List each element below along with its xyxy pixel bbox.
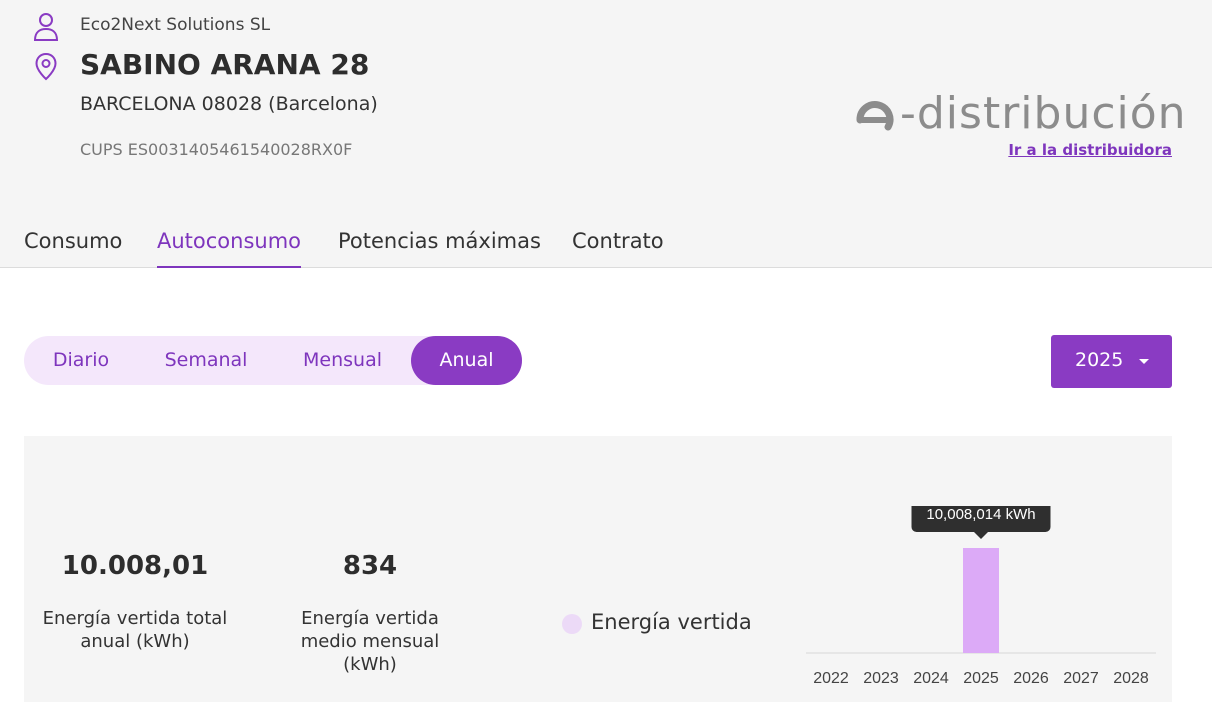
x-tick-2026: 2026 bbox=[1013, 670, 1049, 687]
year-dropdown-value: 2025 bbox=[1075, 349, 1124, 371]
annual-chart: 2022 2023 2024 2025 2026 2027 2028 10,008,014 k… bbox=[806, 506, 1156, 687]
x-tick-2028: 2028 bbox=[1113, 670, 1149, 687]
period-semanal[interactable]: Semanal bbox=[138, 336, 274, 385]
period-anual[interactable]: Anual bbox=[411, 336, 522, 385]
tab-potencias-maximas[interactable]: Potencias máximas bbox=[338, 229, 541, 253]
address-city: BARCELONA 08028 (Barcelona) bbox=[80, 93, 378, 115]
location-pin-icon bbox=[34, 52, 60, 82]
header: Eco2Next Solutions SL SABINO ARANA 28 BA… bbox=[0, 0, 1212, 268]
x-tick-2023: 2023 bbox=[863, 670, 899, 687]
user-icon bbox=[33, 12, 59, 42]
main-content: Diario Semanal Mensual Anual 2025 10.008… bbox=[0, 268, 1212, 702]
tab-bar: Consumo Autoconsumo Potencias máximas Co… bbox=[0, 224, 1212, 268]
x-tick-2024: 2024 bbox=[913, 670, 949, 687]
e-distribucion-logo: -distribución bbox=[856, 88, 1186, 142]
x-tick-2025: 2025 bbox=[963, 670, 999, 687]
tab-contrato[interactable]: Contrato bbox=[572, 229, 664, 253]
x-tick-2022: 2022 bbox=[813, 670, 849, 687]
annual-total-label: Energía vertida total anual (kWh) bbox=[42, 608, 228, 652]
monthly-average-label: Energía vertida medio mensual (kWh) bbox=[300, 608, 440, 675]
logo-text: -distribución bbox=[900, 88, 1187, 139]
legend-label: Energía vertida bbox=[591, 610, 752, 634]
address-street: SABINO ARANA 28 bbox=[80, 48, 370, 81]
year-dropdown[interactable]: 2025 bbox=[1051, 335, 1172, 388]
period-mensual[interactable]: Mensual bbox=[274, 336, 411, 385]
bar-2025[interactable] bbox=[963, 548, 999, 653]
period-diario[interactable]: Diario bbox=[24, 336, 138, 385]
annual-total-value: 10.008,01 bbox=[61, 551, 209, 581]
x-tick-2027: 2027 bbox=[1063, 670, 1099, 687]
tooltip-text: 10,008,014 kWh bbox=[926, 506, 1035, 523]
cups-code: CUPS ES0031405461540028RX0F bbox=[80, 140, 353, 159]
legend-swatch bbox=[562, 614, 582, 634]
company-name: Eco2Next Solutions SL bbox=[80, 15, 271, 35]
tab-consumo[interactable]: Consumo bbox=[24, 229, 122, 253]
chart-tooltip: 10,008,014 kWh bbox=[911, 506, 1051, 539]
caret-down-icon bbox=[1139, 359, 1149, 364]
stats-chart-panel: 10.008,01 Energía vertida total anual (k… bbox=[24, 436, 1172, 702]
tab-autoconsumo[interactable]: Autoconsumo bbox=[157, 229, 302, 268]
period-selector: Diario Semanal Mensual Anual bbox=[24, 336, 522, 385]
monthly-average-value: 834 bbox=[342, 551, 398, 581]
go-to-distributor-link[interactable]: Ir a la distribuidora bbox=[1008, 141, 1172, 159]
